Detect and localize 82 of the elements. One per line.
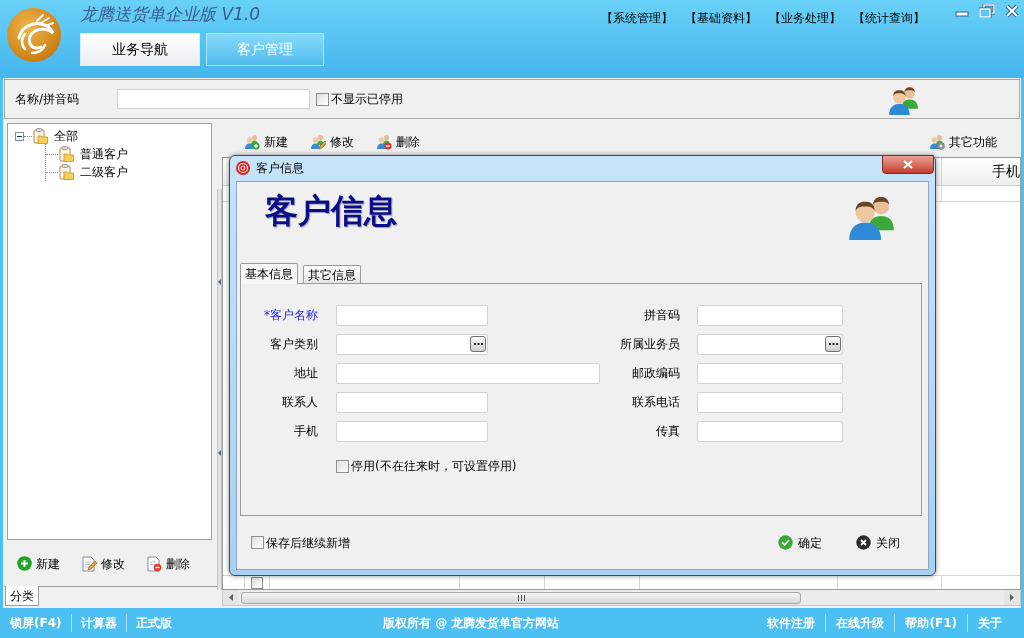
collapse-icon[interactable] (15, 131, 24, 141)
menu-item[interactable]: 【统计查询】 (853, 9, 925, 27)
field-label: 所属业务员 (619, 336, 680, 353)
text-field[interactable] (697, 391, 843, 413)
browse-button[interactable] (470, 336, 486, 352)
users-remove-icon (376, 134, 392, 150)
delete-button[interactable]: 删除 (147, 554, 190, 573)
field-label: 传真 (655, 423, 680, 440)
app-title: 龙腾送货单企业版 V1.0 (80, 3, 261, 26)
tree-item[interactable]: 二级客户 (58, 163, 128, 181)
folder-icon (59, 146, 74, 162)
scroll-right-button[interactable] (1004, 590, 1020, 605)
users-add-icon (244, 134, 260, 150)
checkbox[interactable] (336, 459, 349, 473)
menu-item[interactable]: 【基础资料】 (685, 9, 757, 27)
field-label: 手机 (293, 423, 318, 440)
checkbox[interactable] (251, 576, 263, 589)
checkbox[interactable] (251, 536, 264, 549)
text-field[interactable] (336, 362, 600, 384)
arrow-left-icon (218, 450, 221, 456)
plus-circle-icon (17, 556, 32, 571)
panel-tab[interactable]: 分类 (5, 586, 39, 606)
text-field[interactable] (697, 420, 843, 442)
field-label: 邮政编码 (631, 365, 680, 382)
text-field[interactable] (336, 391, 488, 413)
close-icon (903, 160, 913, 169)
copyright-text: 版权所有 @ 龙腾发货单官方网站 (383, 615, 560, 632)
restore-icon[interactable] (979, 4, 995, 18)
arrow-right-icon (1010, 594, 1014, 601)
checkbox-label: 不显示已停用 (331, 91, 403, 108)
text-field[interactable] (336, 420, 488, 442)
tree-item[interactable]: 普通客户 (58, 145, 128, 163)
checkbox-label: 停用(不在往来时，可设置停用) (351, 458, 517, 475)
close-icon[interactable] (1005, 4, 1019, 18)
scroll-left-button[interactable] (223, 590, 239, 605)
field-label: 联系电话 (631, 394, 680, 411)
text-field[interactable] (697, 333, 843, 355)
dialog-close-button[interactable] (882, 155, 934, 174)
field-label: 联系人 (281, 394, 318, 411)
delete-button[interactable]: 删除 (376, 133, 420, 151)
document-pencil-icon (82, 555, 97, 572)
text-field[interactable] (336, 333, 488, 355)
checkbox-label: 保存后继续新增 (266, 534, 350, 552)
users-edit-icon (310, 134, 326, 150)
browse-button[interactable] (825, 336, 841, 352)
menu-item[interactable]: 【业务处理】 (769, 9, 841, 27)
dialog-heading: 客户信息 (264, 190, 397, 227)
form-tab[interactable]: 其它信息 (303, 265, 361, 283)
edit-button[interactable]: 修改 (82, 554, 125, 573)
more-functions-button[interactable]: 其它功能 (929, 133, 997, 151)
document-minus-icon (147, 555, 162, 572)
app-logo (7, 8, 61, 62)
field-label: *客户名称 (263, 307, 318, 324)
dialog-title: 客户信息 (256, 160, 304, 177)
new-button[interactable]: 新建 (244, 133, 288, 151)
form-tab[interactable]: 基本信息 (240, 263, 298, 284)
confirm-button[interactable]: 确定 (778, 533, 822, 552)
search-field[interactable] (117, 89, 310, 109)
check-circle-icon (778, 535, 793, 550)
new-button[interactable]: 新建 (17, 554, 60, 573)
text-field[interactable] (336, 304, 488, 326)
nav-tab[interactable]: 业务导航 (80, 33, 200, 66)
x-circle-icon (856, 535, 871, 550)
text-field[interactable] (697, 304, 843, 326)
search-label: 名称/拼音码 (14, 91, 81, 108)
checkbox[interactable] (316, 92, 329, 106)
menu-item[interactable]: 【系统管理】 (601, 9, 673, 27)
field-label: 地址 (293, 365, 318, 382)
scrollbar-thumb[interactable] (241, 591, 801, 604)
arrow-left-icon (218, 279, 221, 285)
folder-icon (59, 164, 74, 180)
field-label: 客户类别 (269, 336, 318, 353)
users-gear-icon (929, 134, 945, 150)
arrow-left-icon (229, 594, 233, 601)
field-label: 拼音码 (643, 307, 680, 324)
edit-button[interactable]: 修改 (310, 133, 354, 151)
text-field[interactable] (697, 362, 843, 384)
close-button[interactable]: 关闭 (856, 533, 900, 552)
tree-item[interactable]: 全部 (32, 127, 78, 145)
folder-icon (33, 128, 48, 144)
emblem-icon (236, 161, 250, 175)
column-header[interactable]: 手机 (992, 161, 1020, 182)
